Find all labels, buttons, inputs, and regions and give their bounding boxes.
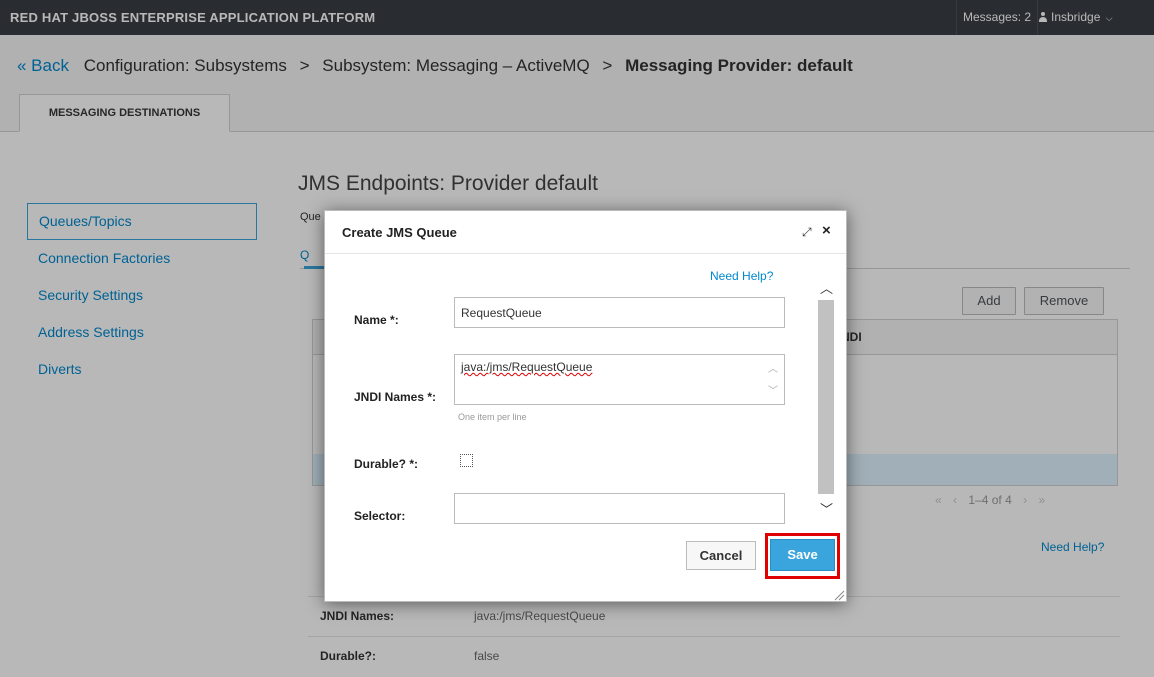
create-jms-queue-dialog: Create JMS Queue ⤢ × Need Help? Name *: …: [324, 210, 847, 602]
dialog-scrollbar[interactable]: ︿ ﹀: [817, 266, 836, 529]
close-icon[interactable]: ×: [822, 222, 831, 239]
selector-input[interactable]: [454, 493, 785, 524]
dialog-need-help-link[interactable]: Need Help?: [710, 269, 773, 283]
jndi-names-hint: One item per line: [458, 412, 527, 422]
dialog-title: Create JMS Queue: [342, 225, 457, 240]
save-button[interactable]: Save: [770, 539, 835, 571]
scroll-down-icon[interactable]: ﹀: [820, 499, 833, 518]
scrollbar-thumb[interactable]: [818, 300, 834, 494]
jndi-names-value: java:/jms/RequestQueue: [461, 360, 593, 374]
jndi-names-label: JNDI Names *:: [354, 390, 437, 404]
chevron-down-icon[interactable]: ﹀: [766, 381, 780, 403]
maximize-icon[interactable]: ⤢: [802, 225, 816, 239]
durable-checkbox[interactable]: [460, 454, 473, 467]
scroll-up-icon[interactable]: ︿: [820, 278, 833, 297]
resize-grip-icon[interactable]: [833, 589, 845, 601]
cancel-button[interactable]: Cancel: [686, 541, 756, 570]
name-label: Name *:: [354, 313, 399, 327]
chevron-up-icon[interactable]: ︿: [766, 359, 780, 381]
selector-label: Selector:: [354, 509, 406, 523]
durable-label: Durable? *:: [354, 457, 419, 471]
name-input[interactable]: [454, 297, 785, 328]
textarea-scroll-arrows[interactable]: ︿ ﹀: [766, 359, 780, 403]
jndi-names-textarea[interactable]: java:/jms/RequestQueue ︿ ﹀: [454, 354, 785, 405]
dialog-header: Create JMS Queue ⤢ ×: [325, 211, 846, 254]
